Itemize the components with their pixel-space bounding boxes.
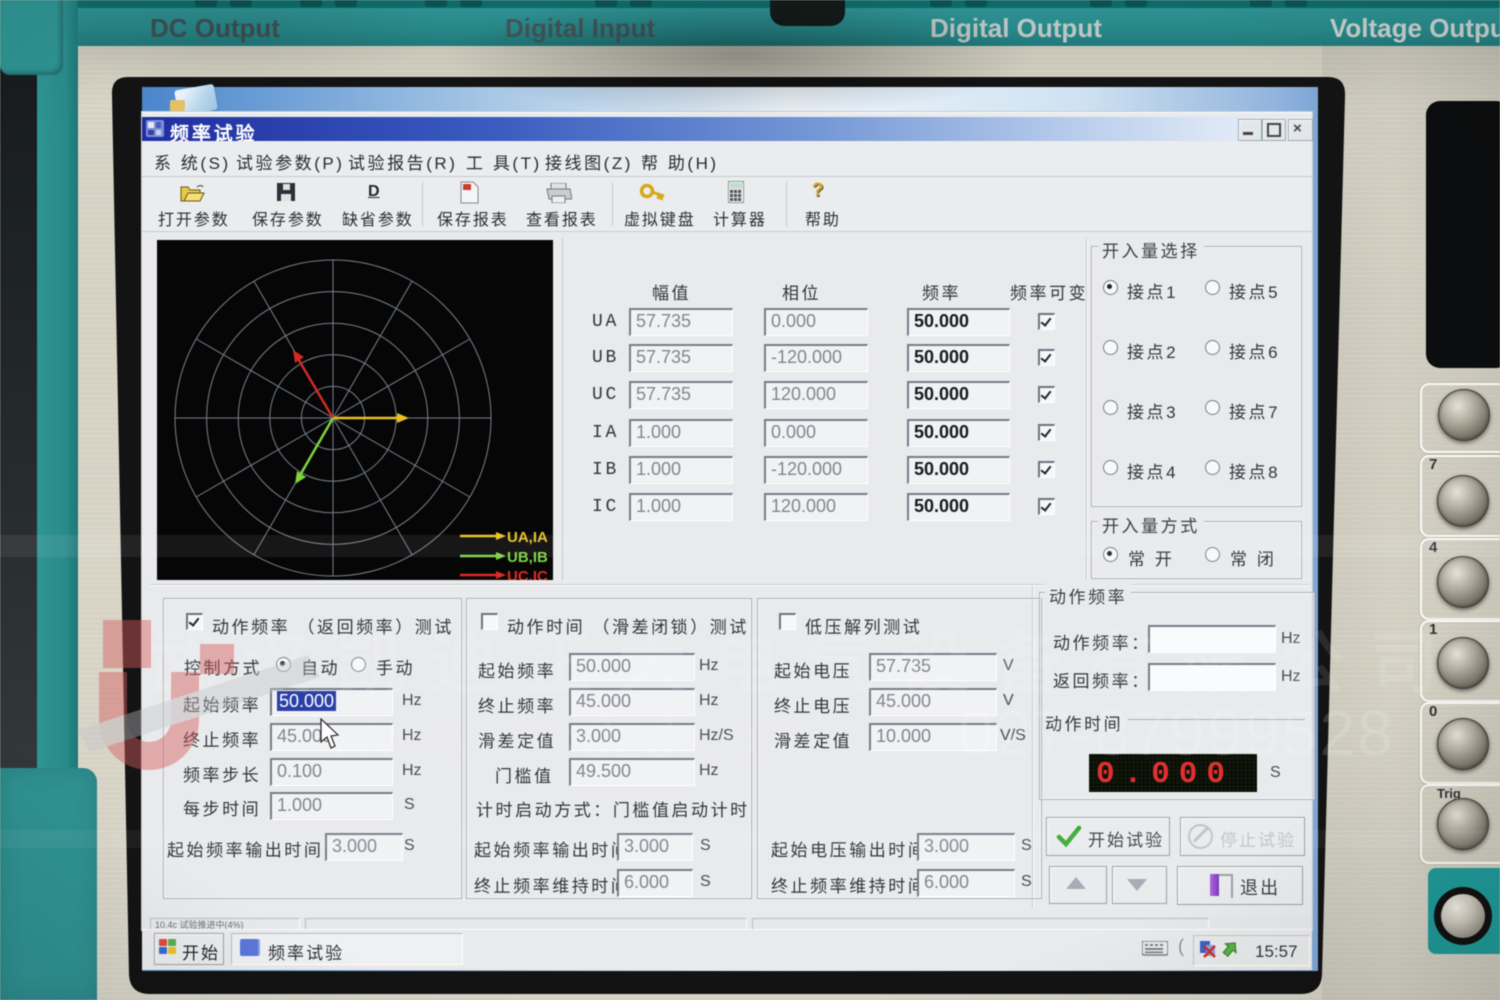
svg-text:UC,IC: UC,IC [507,568,548,580]
